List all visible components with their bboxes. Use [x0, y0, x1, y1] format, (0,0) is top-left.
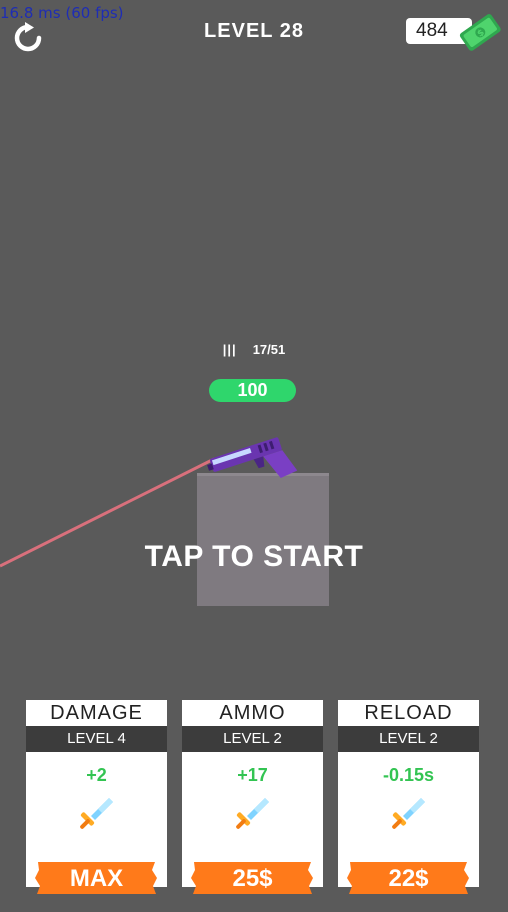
- upgrade-bonus: +2: [86, 765, 107, 785]
- buy-reload-button[interactable]: 22$: [346, 860, 471, 896]
- upgrade-level: LEVEL 2: [338, 726, 479, 752]
- price-label: 25$: [232, 865, 273, 892]
- target-health-bar: 100: [209, 379, 296, 402]
- upgrade-bonus: +17: [237, 765, 268, 785]
- sword-icon: [392, 798, 425, 829]
- upgrade-level: LEVEL 4: [26, 726, 167, 752]
- upgrade-card-ammo: AMMO LEVEL 2 +17 25$: [182, 700, 323, 894]
- upgrade-title: AMMO: [219, 702, 286, 724]
- upgrade-card-damage: DAMAGE LEVEL 4 +2 MAX: [26, 700, 167, 894]
- sword-icon: [236, 798, 269, 829]
- sword-icon: [80, 798, 113, 829]
- pistol-icon: [207, 437, 298, 478]
- tap-to-start-prompt[interactable]: TAP TO START: [0, 540, 508, 574]
- ammo-icon: |||: [222, 342, 237, 357]
- upgrade-bonus: -0.15s: [382, 765, 435, 785]
- buy-ammo-button[interactable]: 25$: [190, 860, 315, 896]
- upgrade-level: LEVEL 2: [182, 726, 323, 752]
- upgrade-card-reload: RELOAD LEVEL 2 -0.15s 22$: [338, 700, 479, 894]
- upgrade-title: DAMAGE: [50, 702, 143, 724]
- buy-damage-button[interactable]: MAX: [34, 860, 159, 896]
- ammo-indicator: ||| 17/51: [0, 342, 508, 357]
- price-label: MAX: [69, 865, 124, 892]
- upgrade-title: RELOAD: [364, 702, 453, 724]
- cash-icon: $: [459, 14, 501, 51]
- ammo-count: 17/51: [252, 342, 286, 357]
- price-label: 22$: [388, 865, 429, 892]
